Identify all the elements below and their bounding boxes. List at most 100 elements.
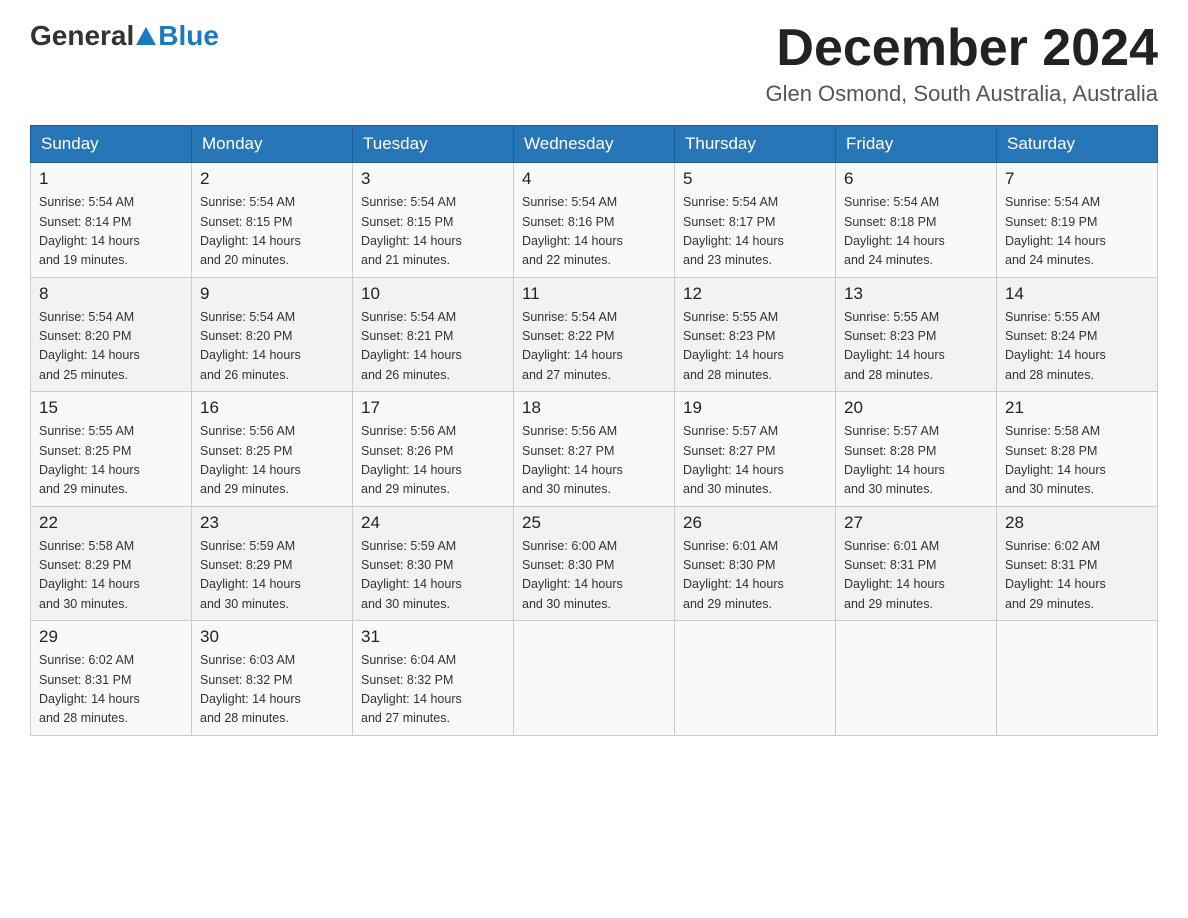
day-number: 19	[683, 398, 827, 418]
weekday-header-tuesday: Tuesday	[353, 126, 514, 163]
logo-triangle-icon	[136, 27, 156, 45]
day-info: Sunrise: 6:00 AMSunset: 8:30 PMDaylight:…	[522, 537, 666, 615]
day-number: 11	[522, 284, 666, 304]
day-info: Sunrise: 5:55 AMSunset: 8:23 PMDaylight:…	[683, 308, 827, 386]
day-info: Sunrise: 5:54 AMSunset: 8:15 PMDaylight:…	[200, 193, 344, 271]
logo-general-text: General	[30, 20, 134, 52]
calendar-cell: 24 Sunrise: 5:59 AMSunset: 8:30 PMDayligh…	[353, 506, 514, 621]
calendar-cell: 10 Sunrise: 5:54 AMSunset: 8:21 PMDayligh…	[353, 277, 514, 392]
day-info: Sunrise: 5:59 AMSunset: 8:29 PMDaylight:…	[200, 537, 344, 615]
calendar-cell: 8Sunrise: 5:54 AMSunset: 8:20 PMDaylight…	[31, 277, 192, 392]
day-number: 6	[844, 169, 988, 189]
calendar-cell: 3 Sunrise: 5:54 AMSunset: 8:15 PMDaylight…	[353, 163, 514, 278]
calendar-cell: 14 Sunrise: 5:55 AMSunset: 8:24 PMDayligh…	[997, 277, 1158, 392]
day-number: 27	[844, 513, 988, 533]
week-row-1: 1Sunrise: 5:54 AMSunset: 8:14 PMDaylight…	[31, 163, 1158, 278]
day-number: 2	[200, 169, 344, 189]
calendar-cell: 29 Sunrise: 6:02 AMSunset: 8:31 PMDayligh…	[31, 621, 192, 736]
logo: General Blue	[30, 20, 219, 52]
title-section: December 2024 Glen Osmond, South Austral…	[765, 20, 1158, 107]
day-info: Sunrise: 5:59 AMSunset: 8:30 PMDaylight:…	[361, 537, 505, 615]
calendar-cell: 23 Sunrise: 5:59 AMSunset: 8:29 PMDayligh…	[192, 506, 353, 621]
day-info: Sunrise: 6:02 AMSunset: 8:31 PMDaylight:…	[39, 651, 183, 729]
week-row-4: 22 Sunrise: 5:58 AMSunset: 8:29 PMDayligh…	[31, 506, 1158, 621]
day-info: Sunrise: 5:58 AMSunset: 8:29 PMDaylight:…	[39, 537, 183, 615]
day-info: Sunrise: 6:03 AMSunset: 8:32 PMDaylight:…	[200, 651, 344, 729]
day-info: Sunrise: 6:01 AMSunset: 8:31 PMDaylight:…	[844, 537, 988, 615]
calendar-cell: 2 Sunrise: 5:54 AMSunset: 8:15 PMDaylight…	[192, 163, 353, 278]
day-info: Sunrise: 5:56 AMSunset: 8:26 PMDaylight:…	[361, 422, 505, 500]
calendar-cell: 26 Sunrise: 6:01 AMSunset: 8:30 PMDayligh…	[675, 506, 836, 621]
week-row-5: 29 Sunrise: 6:02 AMSunset: 8:31 PMDayligh…	[31, 621, 1158, 736]
day-number: 10	[361, 284, 505, 304]
day-number: 9	[200, 284, 344, 304]
day-number: 26	[683, 513, 827, 533]
calendar-cell: 12 Sunrise: 5:55 AMSunset: 8:23 PMDayligh…	[675, 277, 836, 392]
weekday-header-monday: Monday	[192, 126, 353, 163]
calendar-cell: 17 Sunrise: 5:56 AMSunset: 8:26 PMDayligh…	[353, 392, 514, 507]
day-number: 16	[200, 398, 344, 418]
day-info: Sunrise: 5:54 AMSunset: 8:19 PMDaylight:…	[1005, 193, 1149, 271]
calendar-cell: 1Sunrise: 5:54 AMSunset: 8:14 PMDaylight…	[31, 163, 192, 278]
day-number: 24	[361, 513, 505, 533]
calendar-cell: 13Sunrise: 5:55 AMSunset: 8:23 PMDayligh…	[836, 277, 997, 392]
week-row-3: 15 Sunrise: 5:55 AMSunset: 8:25 PMDayligh…	[31, 392, 1158, 507]
day-number: 22	[39, 513, 183, 533]
day-number: 13	[844, 284, 988, 304]
calendar-cell: 25 Sunrise: 6:00 AMSunset: 8:30 PMDayligh…	[514, 506, 675, 621]
calendar-cell	[675, 621, 836, 736]
weekday-header-saturday: Saturday	[997, 126, 1158, 163]
day-info: Sunrise: 5:56 AMSunset: 8:25 PMDaylight:…	[200, 422, 344, 500]
calendar-cell: 28 Sunrise: 6:02 AMSunset: 8:31 PMDayligh…	[997, 506, 1158, 621]
day-info: Sunrise: 6:01 AMSunset: 8:30 PMDaylight:…	[683, 537, 827, 615]
page-header: General Blue December 2024 Glen Osmond, …	[30, 20, 1158, 107]
day-info: Sunrise: 5:57 AMSunset: 8:28 PMDaylight:…	[844, 422, 988, 500]
day-info: Sunrise: 5:54 AMSunset: 8:15 PMDaylight:…	[361, 193, 505, 271]
day-info: Sunrise: 6:02 AMSunset: 8:31 PMDaylight:…	[1005, 537, 1149, 615]
day-number: 25	[522, 513, 666, 533]
weekday-header-sunday: Sunday	[31, 126, 192, 163]
location-title: Glen Osmond, South Australia, Australia	[765, 81, 1158, 107]
calendar-cell: 18 Sunrise: 5:56 AMSunset: 8:27 PMDayligh…	[514, 392, 675, 507]
day-number: 17	[361, 398, 505, 418]
day-number: 23	[200, 513, 344, 533]
day-info: Sunrise: 5:58 AMSunset: 8:28 PMDaylight:…	[1005, 422, 1149, 500]
day-number: 29	[39, 627, 183, 647]
weekday-header-row: SundayMondayTuesdayWednesdayThursdayFrid…	[31, 126, 1158, 163]
day-info: Sunrise: 5:54 AMSunset: 8:20 PMDaylight:…	[39, 308, 183, 386]
day-number: 4	[522, 169, 666, 189]
day-info: Sunrise: 5:54 AMSunset: 8:18 PMDaylight:…	[844, 193, 988, 271]
calendar-cell: 27 Sunrise: 6:01 AMSunset: 8:31 PMDayligh…	[836, 506, 997, 621]
day-number: 28	[1005, 513, 1149, 533]
calendar-cell: 9Sunrise: 5:54 AMSunset: 8:20 PMDaylight…	[192, 277, 353, 392]
day-number: 31	[361, 627, 505, 647]
weekday-header-friday: Friday	[836, 126, 997, 163]
day-number: 12	[683, 284, 827, 304]
calendar-cell: 31Sunrise: 6:04 AMSunset: 8:32 PMDayligh…	[353, 621, 514, 736]
calendar-cell: 6 Sunrise: 5:54 AMSunset: 8:18 PMDaylight…	[836, 163, 997, 278]
day-number: 21	[1005, 398, 1149, 418]
calendar-cell	[997, 621, 1158, 736]
calendar-cell: 22 Sunrise: 5:58 AMSunset: 8:29 PMDayligh…	[31, 506, 192, 621]
calendar-table: SundayMondayTuesdayWednesdayThursdayFrid…	[30, 125, 1158, 736]
day-info: Sunrise: 5:54 AMSunset: 8:22 PMDaylight:…	[522, 308, 666, 386]
day-number: 3	[361, 169, 505, 189]
logo-blue-text: Blue	[158, 20, 219, 52]
calendar-cell: 30 Sunrise: 6:03 AMSunset: 8:32 PMDayligh…	[192, 621, 353, 736]
day-info: Sunrise: 5:55 AMSunset: 8:25 PMDaylight:…	[39, 422, 183, 500]
calendar-cell: 15 Sunrise: 5:55 AMSunset: 8:25 PMDayligh…	[31, 392, 192, 507]
day-number: 14	[1005, 284, 1149, 304]
calendar-cell: 16 Sunrise: 5:56 AMSunset: 8:25 PMDayligh…	[192, 392, 353, 507]
day-number: 5	[683, 169, 827, 189]
week-row-2: 8Sunrise: 5:54 AMSunset: 8:20 PMDaylight…	[31, 277, 1158, 392]
day-number: 18	[522, 398, 666, 418]
day-info: Sunrise: 5:54 AMSunset: 8:21 PMDaylight:…	[361, 308, 505, 386]
day-info: Sunrise: 5:54 AMSunset: 8:17 PMDaylight:…	[683, 193, 827, 271]
calendar-cell: 11 Sunrise: 5:54 AMSunset: 8:22 PMDayligh…	[514, 277, 675, 392]
day-number: 30	[200, 627, 344, 647]
calendar-cell: 4Sunrise: 5:54 AMSunset: 8:16 PMDaylight…	[514, 163, 675, 278]
day-info: Sunrise: 5:56 AMSunset: 8:27 PMDaylight:…	[522, 422, 666, 500]
day-number: 15	[39, 398, 183, 418]
calendar-cell	[514, 621, 675, 736]
day-info: Sunrise: 5:55 AMSunset: 8:24 PMDaylight:…	[1005, 308, 1149, 386]
